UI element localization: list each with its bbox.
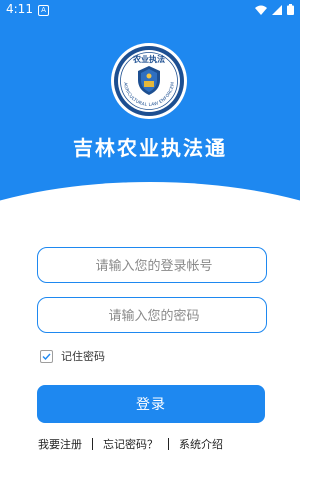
- remember-password[interactable]: 记住密码: [40, 348, 105, 364]
- link-divider: [168, 438, 169, 450]
- register-link[interactable]: 我要注册: [38, 436, 82, 452]
- a-square-icon: A: [38, 5, 49, 16]
- account-input[interactable]: [38, 248, 270, 284]
- signal-icon: [272, 4, 282, 15]
- app-title: 吉林农业执法通: [73, 136, 227, 160]
- link-divider: [92, 438, 93, 450]
- password-field[interactable]: [37, 297, 270, 334]
- battery-icon: [287, 4, 294, 15]
- status-time: 4:11: [6, 2, 33, 16]
- status-bar: 4:11 A: [0, 0, 300, 20]
- system-icons: [255, 4, 294, 15]
- login-button[interactable]: 登录: [37, 385, 265, 423]
- remember-label: 记住密码: [61, 350, 105, 363]
- law-enforcement-emblem: AGRICULTURAL LAW ENFORCEMENT 农业执法: [110, 42, 187, 119]
- emblem-top-text: 农业执法: [132, 54, 165, 64]
- password-input[interactable]: [38, 298, 270, 334]
- forgot-password-link[interactable]: 忘记密码？: [103, 436, 158, 452]
- footer-links: 我要注册 忘记密码？ 系统介绍: [38, 436, 266, 452]
- about-system-link[interactable]: 系统介绍: [179, 436, 223, 452]
- remember-checkbox[interactable]: [40, 349, 53, 363]
- account-field[interactable]: [37, 247, 270, 284]
- check-icon: [42, 353, 51, 360]
- wifi-icon: [255, 5, 267, 15]
- header-curve: [0, 182, 300, 205]
